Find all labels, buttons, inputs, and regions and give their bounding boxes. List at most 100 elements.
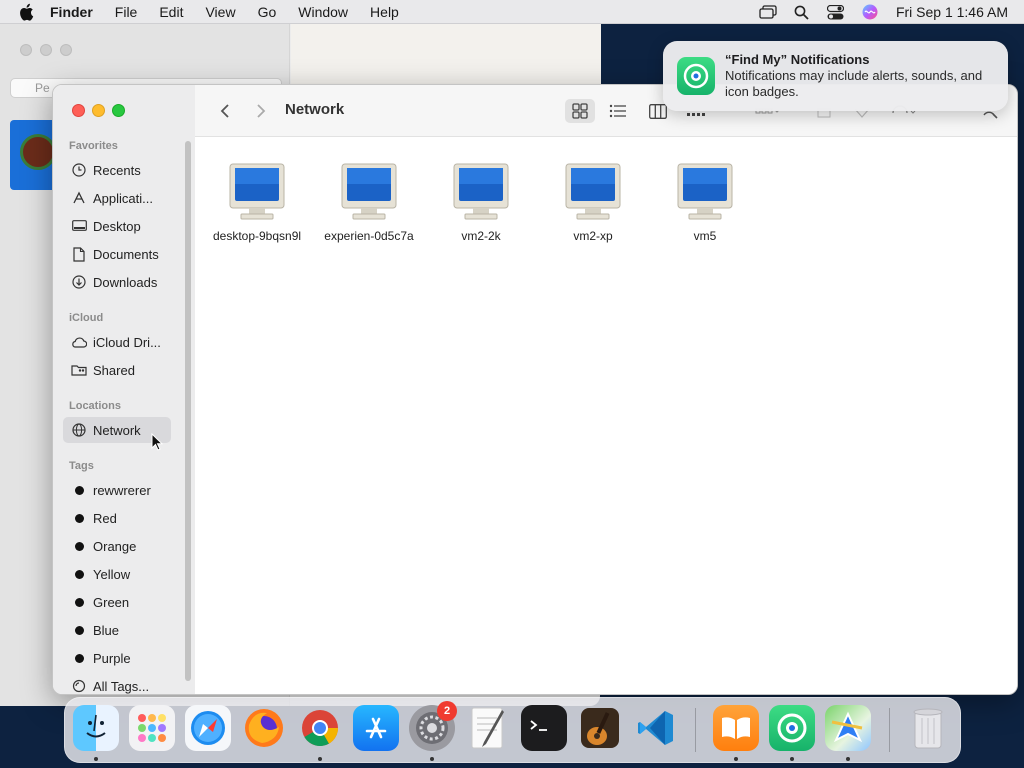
find-my-notification[interactable]: “Find My” Notifications Notifications ma… — [663, 41, 1008, 111]
minimize-button[interactable] — [92, 104, 105, 117]
sidebar-item-label: Blue — [93, 622, 120, 638]
trash-icon[interactable] — [905, 705, 951, 751]
icon-view-button[interactable] — [565, 99, 595, 123]
sidebar-tag-yellow[interactable]: Yellow — [63, 561, 171, 587]
finder-sidebar: Favorites Recents Applicati... Desktop D… — [53, 85, 195, 694]
network-computer-item[interactable]: vm2-xp — [537, 163, 649, 253]
shared-folder-icon — [71, 362, 87, 378]
menu-edit[interactable]: Edit — [159, 4, 183, 20]
sidebar-item-shared[interactable]: Shared — [63, 357, 171, 383]
sidebar-all-tags[interactable]: All Tags... — [63, 673, 171, 694]
safari-icon[interactable] — [185, 705, 231, 751]
menu-app-name[interactable]: Finder — [50, 4, 93, 20]
find-my-dock-icon[interactable] — [769, 705, 815, 751]
menu-bar: Finder File Edit View Go Window Help Fri… — [0, 0, 1024, 24]
menu-window[interactable]: Window — [298, 4, 348, 20]
clock-icon — [71, 162, 87, 178]
menu-clock[interactable]: Fri Sep 1 1:46 AM — [896, 4, 1008, 20]
sidebar-tag-red[interactable]: Red — [63, 505, 171, 531]
sidebar-item-documents[interactable]: Documents — [63, 241, 171, 267]
inactive-minimize-button[interactable] — [40, 44, 52, 56]
file-name: desktop-9bqsn9l — [212, 229, 302, 243]
notification-body: Notifications may include alerts, sounds… — [725, 68, 983, 99]
siri-icon[interactable] — [860, 3, 880, 21]
settings-running-indicator — [430, 757, 434, 761]
tag-dot-icon — [75, 569, 84, 579]
maps-running-indicator — [846, 757, 850, 761]
tag-dot-icon — [75, 485, 84, 495]
download-icon — [71, 274, 87, 290]
file-browser-content: desktop-9bqsn9l experien-0d5c7a vm2-2k v… — [195, 137, 1017, 694]
terminal-icon[interactable] — [521, 705, 567, 751]
sidebar-item-label: Red — [93, 510, 117, 526]
applications-icon — [71, 190, 87, 206]
close-button[interactable] — [72, 104, 85, 117]
window-title: Network — [285, 101, 345, 118]
sidebar-item-downloads[interactable]: Downloads — [63, 269, 171, 295]
network-computer-item[interactable]: vm2-2k — [425, 163, 537, 253]
cloud-icon — [71, 334, 87, 350]
back-button[interactable] — [215, 101, 235, 121]
football-icon — [20, 134, 56, 170]
forward-button[interactable] — [251, 101, 271, 121]
vscode-icon[interactable] — [633, 705, 679, 751]
apple-menu-icon[interactable] — [16, 2, 36, 22]
mouse-cursor-icon — [151, 433, 163, 451]
sidebar-item-label: rewwrerer — [93, 482, 151, 498]
tag-dot-icon — [75, 653, 84, 663]
background-window-toolbar — [291, 24, 601, 84]
menu-go[interactable]: Go — [258, 4, 277, 20]
inactive-zoom-button[interactable] — [60, 44, 72, 56]
computer-monitor-icon — [339, 163, 399, 221]
sidebar-item-applications[interactable]: Applicati... — [63, 185, 171, 211]
launchpad-icon[interactable] — [129, 705, 175, 751]
sidebar-item-recents[interactable]: Recents — [63, 157, 171, 183]
sidebar-item-label: Desktop — [93, 218, 141, 234]
system-settings-icon[interactable]: 2 — [409, 701, 457, 751]
app-store-icon[interactable] — [353, 705, 399, 751]
sidebar-tag-blue[interactable]: Blue — [63, 617, 171, 643]
computer-monitor-icon — [675, 163, 735, 221]
menu-file[interactable]: File — [115, 4, 138, 20]
books-running-indicator — [734, 757, 738, 761]
menu-help[interactable]: Help — [370, 4, 399, 20]
sidebar-item-label: All Tags... — [93, 678, 150, 694]
textedit-icon[interactable] — [465, 705, 511, 751]
sidebar-item-desktop[interactable]: Desktop — [63, 213, 171, 239]
books-icon[interactable] — [713, 705, 759, 751]
window-switch-icon[interactable] — [758, 3, 778, 21]
dock: 2 — [64, 697, 961, 763]
network-computer-item[interactable]: desktop-9bqsn9l — [201, 163, 313, 253]
sidebar-header-favorites: Favorites — [69, 140, 118, 152]
menu-view[interactable]: View — [205, 4, 235, 20]
sidebar-item-label: Purple — [93, 650, 131, 666]
sidebar-tag-rewwrerer[interactable]: rewwrerer — [63, 477, 171, 503]
control-center-icon[interactable] — [826, 3, 846, 21]
network-computer-item[interactable]: experien-0d5c7a — [313, 163, 425, 253]
sidebar-item-label: Network — [93, 422, 141, 438]
notification-badge: 2 — [437, 701, 457, 721]
sidebar-scrollbar[interactable] — [185, 141, 191, 681]
sidebar-item-label: Applicati... — [93, 190, 153, 206]
sidebar-item-label: Recents — [93, 162, 141, 178]
zoom-button[interactable] — [112, 104, 125, 117]
notification-title: “Find My” Notifications — [725, 52, 870, 67]
sidebar-item-label: Shared — [93, 362, 135, 378]
chrome-icon[interactable] — [297, 705, 343, 751]
sidebar-tag-orange[interactable]: Orange — [63, 533, 171, 559]
sidebar-item-icloud-drive[interactable]: iCloud Dri... — [63, 329, 171, 355]
maps-icon[interactable] — [825, 705, 871, 751]
sidebar-tag-green[interactable]: Green — [63, 589, 171, 615]
inactive-close-button[interactable] — [20, 44, 32, 56]
firefox-icon[interactable] — [241, 705, 287, 751]
list-view-button[interactable] — [603, 99, 633, 123]
sidebar-tag-purple[interactable]: Purple — [63, 645, 171, 671]
spotlight-search-icon[interactable] — [792, 3, 812, 21]
file-name: vm5 — [693, 229, 717, 243]
tag-dot-icon — [75, 625, 84, 635]
finder-dock-icon[interactable] — [73, 705, 119, 751]
finder-running-indicator — [94, 757, 98, 761]
network-computer-item[interactable]: vm5 — [649, 163, 761, 253]
garageband-icon[interactable] — [577, 705, 623, 751]
background-window-controls — [20, 44, 80, 56]
